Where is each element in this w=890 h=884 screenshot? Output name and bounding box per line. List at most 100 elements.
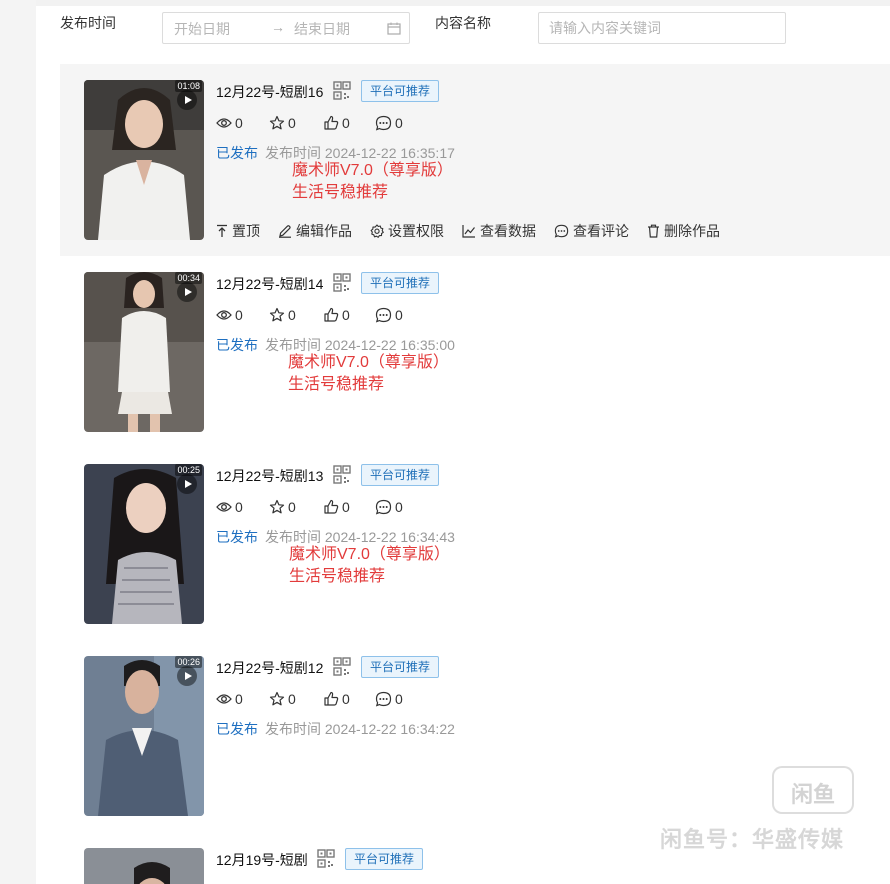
status-label: 已发布 <box>216 721 258 737</box>
views-count: 0 <box>235 115 243 131</box>
pin-button[interactable]: 置顶 <box>216 222 260 240</box>
comment-icon <box>554 224 569 238</box>
delete-label: 删除作品 <box>664 223 720 239</box>
favorites-stat: 0 <box>269 114 296 132</box>
qr-code-icon[interactable] <box>333 273 351 293</box>
start-date-placeholder[interactable]: 开始日期 <box>174 20 230 38</box>
likes-stat: 0 <box>323 690 350 708</box>
play-icon[interactable] <box>177 282 197 302</box>
comments-count: 0 <box>395 307 403 323</box>
video-thumbnail[interactable]: 00:26 <box>84 656 204 816</box>
comments-stat: 0 <box>375 498 403 516</box>
permissions-button[interactable]: 设置权限 <box>370 222 444 240</box>
comments-stat: 0 <box>375 690 403 708</box>
play-icon[interactable] <box>177 666 197 686</box>
likes-count: 0 <box>342 499 350 515</box>
recommend-badge: 平台可推荐 <box>361 272 440 294</box>
comments-count: 0 <box>395 115 403 131</box>
status-label: 已发布 <box>216 529 258 545</box>
favorites-stat: 0 <box>269 306 296 324</box>
favorites-stat: 0 <box>269 498 296 516</box>
comment-icon <box>375 115 392 131</box>
likes-count: 0 <box>342 115 350 131</box>
keyword-search-input[interactable] <box>538 12 786 44</box>
range-arrow-icon: → <box>271 19 285 35</box>
edit-label: 编辑作品 <box>296 223 352 239</box>
item-title[interactable]: 12月22号-短剧16 <box>216 83 323 101</box>
views-stat: 0 <box>216 690 243 708</box>
star-icon <box>269 115 285 130</box>
item-title[interactable]: 12月22号-短剧13 <box>216 467 323 485</box>
comments-count: 0 <box>395 499 403 515</box>
edit-icon <box>279 225 291 238</box>
play-icon[interactable] <box>177 90 197 110</box>
item-title[interactable]: 12月22号-短剧12 <box>216 659 323 677</box>
overlay-note-line2: 生活号稳推荐 <box>289 568 386 585</box>
qr-code-icon[interactable] <box>317 849 335 869</box>
overlay-note-line1: 魔术师V7.0（尊享版） <box>289 546 450 563</box>
thumb-up-icon <box>324 499 339 514</box>
edit-button[interactable]: 编辑作品 <box>278 222 352 240</box>
content-item: 00:25 12月22号-短剧13 平台可推荐 0 0 0 0 已发布 发布时间… <box>60 448 890 640</box>
overlay-note-line2: 生活号稳推荐 <box>288 376 385 393</box>
delete-button[interactable]: 删除作品 <box>647 222 720 240</box>
views-count: 0 <box>235 691 243 707</box>
comment-icon <box>375 307 392 323</box>
thumb-up-icon <box>324 115 339 130</box>
video-thumbnail[interactable] <box>84 848 204 884</box>
favorites-count: 0 <box>288 115 296 131</box>
watermark-logo: 闲鱼 <box>772 766 854 814</box>
qr-code-icon[interactable] <box>333 657 351 677</box>
favorites-stat: 0 <box>269 690 296 708</box>
thumb-up-icon <box>324 307 339 322</box>
item-title[interactable]: 12月19号-短剧 <box>216 851 308 869</box>
views-stat: 0 <box>216 114 243 132</box>
end-date-placeholder[interactable]: 结束日期 <box>294 20 350 38</box>
qr-code-icon[interactable] <box>333 465 351 485</box>
recommend-badge: 平台可推荐 <box>361 464 440 486</box>
view-data-label: 查看数据 <box>480 223 536 239</box>
video-thumbnail[interactable]: 00:34 <box>84 272 204 432</box>
pin-label: 置顶 <box>232 223 260 239</box>
video-thumbnail[interactable]: 01:08 <box>84 80 204 240</box>
likes-stat: 0 <box>323 114 350 132</box>
left-margin <box>0 0 36 884</box>
eye-icon <box>216 694 232 704</box>
calendar-icon[interactable] <box>387 22 401 35</box>
view-data-button[interactable]: 查看数据 <box>462 222 536 240</box>
views-stat: 0 <box>216 306 243 324</box>
views-count: 0 <box>235 499 243 515</box>
qr-code-icon[interactable] <box>333 81 351 101</box>
trash-icon <box>648 224 659 238</box>
favorites-count: 0 <box>288 499 296 515</box>
status-label: 已发布 <box>216 337 258 353</box>
view-comments-label: 查看评论 <box>573 223 629 239</box>
star-icon <box>269 691 285 706</box>
gear-icon <box>370 224 384 238</box>
video-thumbnail[interactable]: 00:25 <box>84 464 204 624</box>
overlay-note-line2: 生活号稳推荐 <box>292 184 389 201</box>
eye-icon <box>216 310 232 320</box>
content-name-label: 内容名称 <box>435 15 491 31</box>
recommend-badge: 平台可推荐 <box>361 80 440 102</box>
favorites-count: 0 <box>288 691 296 707</box>
likes-stat: 0 <box>323 306 350 324</box>
likes-stat: 0 <box>323 498 350 516</box>
item-title[interactable]: 12月22号-短剧14 <box>216 275 323 293</box>
views-stat: 0 <box>216 498 243 516</box>
favorites-count: 0 <box>288 307 296 323</box>
permissions-label: 设置权限 <box>388 223 444 239</box>
likes-count: 0 <box>342 691 350 707</box>
thumb-up-icon <box>324 691 339 706</box>
thumbnail-image <box>84 848 204 884</box>
play-icon[interactable] <box>177 474 197 494</box>
eye-icon <box>216 118 232 128</box>
date-range-picker[interactable]: 开始日期 → 结束日期 <box>162 12 410 44</box>
comments-stat: 0 <box>375 306 403 324</box>
view-comments-button[interactable]: 查看评论 <box>554 222 629 240</box>
recommend-badge: 平台可推荐 <box>361 656 440 678</box>
publish-time-label: 发布时间 <box>60 15 116 31</box>
overlay-note-line1: 魔术师V7.0（尊享版） <box>292 162 453 179</box>
comment-icon <box>375 691 392 707</box>
content-item: 01:08 12月22号-短剧16 平台可推荐 0 0 0 0 已发布 发布时间… <box>60 64 890 256</box>
